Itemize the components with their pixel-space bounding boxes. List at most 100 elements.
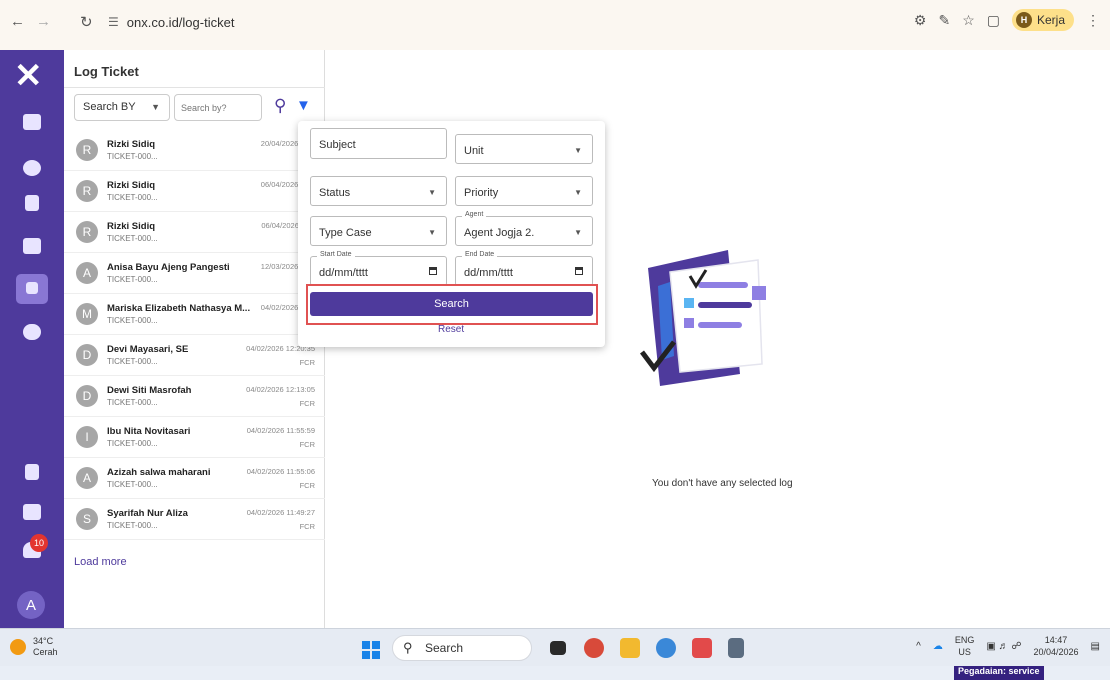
cloud-icon[interactable]: ☁ (933, 641, 943, 652)
extensions-icon[interactable]: ▢ (987, 12, 1000, 29)
ticket-id: TICKET-000... (107, 398, 158, 407)
language-indicator[interactable]: ENG US (955, 634, 975, 658)
search-by-value: Search BY (83, 101, 136, 113)
search-input[interactable] (174, 94, 262, 121)
clock[interactable]: 14:47 20/04/2026 (1034, 634, 1079, 658)
unit-select[interactable]: Unit ▼ (455, 134, 593, 164)
type-case-placeholder: Type Case (319, 227, 372, 239)
ticket-id: TICKET-000... (107, 480, 158, 489)
ticket-row[interactable]: R Rizki Sidiq TICKET-000... 06/04/2026 1… (64, 171, 325, 212)
notifications-icon[interactable]: ▤ (1091, 641, 1100, 652)
url-text: onx.co.id/log-ticket (126, 14, 235, 30)
subject-field[interactable]: Subject (310, 128, 447, 159)
ticket-id: TICKET-000... (107, 193, 158, 202)
translate-icon[interactable]: ✎ (938, 12, 950, 29)
ticket-name: Rizki Sidiq (107, 180, 156, 191)
ticket-id: TICKET-000... (107, 439, 158, 448)
reset-link[interactable]: Reset (438, 324, 464, 335)
ticket-row[interactable]: S Syarifah Nur Aliza TICKET-000... 04/02… (64, 499, 325, 540)
dashboard-icon[interactable] (23, 114, 41, 130)
end-date-value: dd/mm/tttt (464, 267, 513, 279)
start-date-input[interactable]: Start Date dd/mm/tttt (310, 251, 447, 286)
end-date-input[interactable]: End Date dd/mm/tttt (455, 251, 593, 286)
ticket-avatar: R (76, 221, 98, 243)
profile-avatar: H (1015, 12, 1032, 28)
browser-toolbar: ← → ↻ ☰ onx.co.id/log-ticket ⚙ ✎ ☆ ▢ H K… (0, 0, 1110, 50)
back-icon[interactable]: ← (10, 13, 25, 30)
site-settings-icon[interactable]: ☰ (108, 15, 119, 29)
channels-icon[interactable] (23, 238, 41, 254)
calculator-icon[interactable] (728, 638, 744, 658)
ticket-avatar: R (76, 139, 98, 161)
ticket-id: TICKET-000... (107, 521, 158, 530)
empty-state-illustration (640, 250, 766, 386)
ticket-avatar: S (76, 508, 98, 530)
taskbar-search[interactable]: ⚲ Search (392, 635, 532, 661)
task-view-icon[interactable] (550, 641, 566, 655)
priority-placeholder: Priority (464, 187, 499, 199)
book-icon[interactable] (25, 464, 39, 480)
network-volume-battery-icons[interactable]: ▣ ♬ ☍ (986, 641, 1021, 652)
report-icon[interactable] (23, 504, 41, 520)
profile-button[interactable]: H Kerja (1011, 9, 1074, 31)
priority-select[interactable]: Priority ▼ (455, 176, 593, 206)
translate-off-icon[interactable]: ⚙ (914, 12, 927, 29)
page-title: Log Ticket (74, 64, 139, 79)
load-more-link[interactable]: Load more (74, 556, 127, 568)
ticket-icon (26, 282, 38, 294)
users-icon[interactable] (23, 324, 41, 340)
chevron-up-icon[interactable]: ^ (916, 641, 921, 652)
document-icon[interactable] (25, 195, 39, 211)
wps-icon[interactable] (692, 638, 712, 658)
ticket-row[interactable]: R Rizki Sidiq TICKET-000... 20/04/2026 1… (64, 130, 325, 171)
ticket-row[interactable]: I Ibu Nita Novitasari TICKET-000... 04/0… (64, 417, 325, 458)
ticket-avatar: R (76, 180, 98, 202)
ticket-avatar: A (76, 467, 98, 489)
empty-state-message: You don't have any selected log (652, 478, 793, 489)
filter-icon[interactable]: ▼ (296, 97, 311, 114)
chat-icon[interactable] (23, 160, 41, 176)
ticket-date: 04/02/2026 12:13:05 (246, 385, 315, 394)
windows-start-icon[interactable] (362, 641, 380, 659)
reload-icon[interactable]: ↻ (80, 13, 93, 31)
agent-value: Agent Jogja 2. (464, 227, 535, 239)
address-bar[interactable]: ☰ onx.co.id/log-ticket (108, 10, 234, 34)
taskbar-search-label: Search (425, 641, 464, 655)
ticket-date: 04/02/2026 11:49:27 (246, 508, 315, 517)
status-placeholder: Status (319, 187, 351, 199)
status-select[interactable]: Status ▼ (310, 176, 447, 206)
search-by-select[interactable]: Search BY ▼ (74, 94, 170, 121)
type-case-select[interactable]: Type Case ▼ (310, 216, 447, 246)
weather-widget[interactable]: 34°C Cerah (10, 636, 58, 658)
ticket-row[interactable]: D Dewi Siti Masrofah TICKET-000... 04/02… (64, 376, 325, 417)
agent-select[interactable]: Agent Agent Jogja 2. ▼ (455, 211, 593, 246)
forward-icon[interactable]: → (36, 13, 51, 30)
ticket-row[interactable]: A Azizah salwa maharani TICKET-000... 04… (64, 458, 325, 499)
ticket-row[interactable]: A Anisa Bayu Ajeng Pangesti TICKET-000..… (64, 253, 325, 294)
search-button[interactable]: Search (310, 292, 593, 316)
chrome-profile-icon[interactable] (656, 638, 676, 658)
calendar-icon[interactable] (575, 267, 583, 275)
ticket-type: FCR (299, 399, 315, 408)
ticket-id: TICKET-000... (107, 357, 158, 366)
time: 14:47 (1044, 635, 1068, 645)
more-menu-icon[interactable]: ⋮ (1086, 12, 1100, 29)
ticket-avatar: D (76, 385, 98, 407)
start-date-label: Start Date (317, 251, 355, 258)
ticket-name: Azizah salwa maharani (107, 467, 211, 478)
app-logo: ✕ (14, 57, 43, 95)
bookmark-star-icon[interactable]: ☆ (962, 12, 975, 29)
file-explorer-icon[interactable] (620, 638, 640, 658)
ticket-name: Dewi Siti Masrofah (107, 385, 192, 396)
ticket-row[interactable]: M Mariska Elizabeth Nathasya M... TICKET… (64, 294, 325, 335)
system-tray: ^ ☁ ENG US ▣ ♬ ☍ 14:47 20/04/2026 ▤ (916, 634, 1100, 658)
taskbar: 34°C Cerah ⚲ Search ^ ☁ ENG US ▣ ♬ ☍ 14:… (0, 628, 1110, 666)
ticket-list: R Rizki Sidiq TICKET-000... 20/04/2026 1… (64, 130, 325, 540)
ticket-row[interactable]: D Devi Mayasari, SE TICKET-000... 04/02/… (64, 335, 325, 376)
user-avatar[interactable]: A (17, 591, 45, 619)
chrome-icon[interactable] (584, 638, 604, 658)
caret-down-icon: ▼ (428, 228, 436, 237)
search-icon[interactable]: ⚲ (274, 96, 286, 116)
ticket-row[interactable]: R Rizki Sidiq TICKET-000... 06/04/2026 1… (64, 212, 325, 253)
calendar-icon[interactable] (429, 267, 437, 275)
